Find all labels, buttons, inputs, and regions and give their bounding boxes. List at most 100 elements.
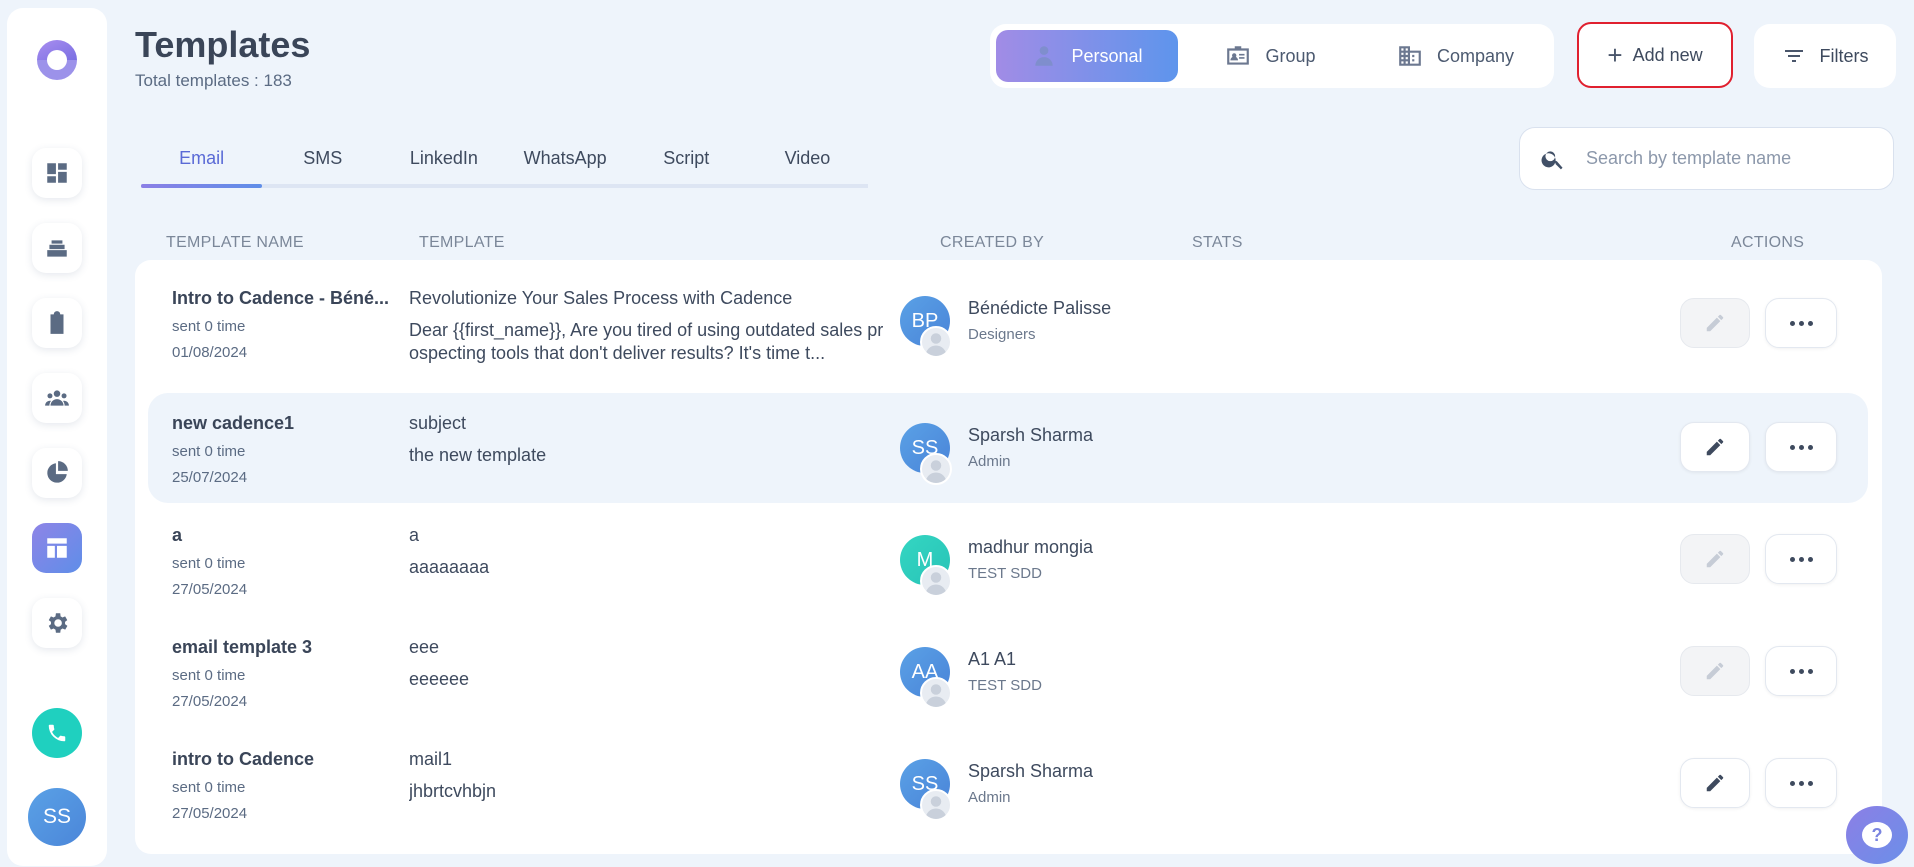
scope-personal-label: Personal — [1071, 45, 1143, 66]
nav-reports[interactable] — [32, 448, 82, 498]
tab-script[interactable]: Script — [626, 140, 747, 184]
template-preview-cell: Revolutionize Your Sales Process with Ca… — [409, 288, 889, 365]
tab-sms[interactable]: SMS — [262, 140, 383, 184]
sent-count: sent 0 time — [172, 667, 246, 684]
table-row[interactable]: intro to Cadence sent 0 time 27/05/2024 … — [148, 729, 1868, 839]
dot — [1807, 444, 1813, 450]
template-date: 27/05/2024 — [172, 805, 248, 822]
dot — [1807, 556, 1813, 562]
scope-company[interactable]: Company — [1363, 30, 1548, 82]
nav-dashboard[interactable] — [32, 148, 82, 198]
column-header-template-name: TEMPLATE NAME — [166, 234, 304, 251]
created-by-cell: M madhur mongia TEST SDD — [900, 535, 1300, 597]
plus-icon: + — [1607, 40, 1623, 70]
template-date: 01/08/2024 — [172, 344, 248, 361]
user-placeholder-icon — [920, 326, 952, 358]
sidebar: SS — [7, 8, 107, 866]
tab-linkedin[interactable]: LinkedIn — [383, 140, 504, 184]
clipboard-icon — [50, 311, 64, 334]
creator-role: Admin — [968, 789, 1011, 806]
dot — [1789, 556, 1795, 562]
pencil-icon — [1706, 662, 1724, 680]
column-header-actions: ACTIONS — [1731, 234, 1805, 251]
filters-button[interactable]: Filters — [1754, 24, 1896, 88]
created-by-cell: SS Sparsh Sharma Admin — [900, 423, 1300, 485]
pencil-icon — [1706, 550, 1724, 568]
tab-video[interactable]: Video — [747, 140, 868, 184]
search-input[interactable] — [1586, 148, 1866, 169]
dot — [1807, 320, 1813, 326]
nav-people[interactable] — [32, 373, 82, 423]
table-row[interactable]: a sent 0 time 27/05/2024 a aaaaaaaa M ma… — [148, 505, 1868, 615]
more-options-button[interactable] — [1765, 298, 1837, 348]
user-avatar[interactable]: SS — [28, 788, 86, 846]
column-header-template: TEMPLATE — [419, 234, 505, 251]
template-icon — [47, 538, 67, 558]
creator-name: madhur mongia — [968, 537, 1094, 557]
template-subject: a — [409, 525, 420, 545]
created-by-cell: BP Bénédicte Palisse Designers — [900, 296, 1300, 358]
sent-count: sent 0 time — [172, 443, 246, 460]
creator-name: Bénédicte Palisse — [968, 298, 1112, 318]
table-row[interactable]: email template 3 sent 0 time 27/05/2024 … — [148, 617, 1868, 727]
template-subject: mail1 — [409, 749, 453, 769]
phone-icon — [48, 724, 66, 742]
total-templates-count: Total templates : 183 — [135, 71, 292, 90]
dot — [1798, 668, 1804, 674]
more-options-button[interactable] — [1765, 758, 1837, 808]
scope-personal[interactable]: Personal — [996, 30, 1178, 82]
template-name-cell: Intro to Cadence - Béné... sent 0 time 0… — [172, 288, 392, 361]
scope-group[interactable]: Group — [1178, 30, 1363, 82]
add-new-button[interactable]: + Add new — [1577, 22, 1733, 88]
dot — [1798, 780, 1804, 786]
template-preview-cell: eee eeeeee — [409, 637, 889, 691]
creator-role: Admin — [968, 453, 1011, 470]
app-logo[interactable] — [33, 36, 81, 84]
table-row[interactable]: new cadence1 sent 0 time 25/07/2024 subj… — [148, 393, 1868, 503]
creator-role: Designers — [968, 326, 1036, 343]
person-icon — [1035, 46, 1054, 66]
sent-count: sent 0 time — [172, 318, 246, 335]
call-button[interactable] — [32, 708, 82, 758]
more-options-button[interactable] — [1765, 534, 1837, 584]
dot — [1798, 556, 1804, 562]
dot — [1789, 444, 1795, 450]
table-row[interactable]: Intro to Cadence - Béné... sent 0 time 0… — [148, 268, 1868, 378]
nav-templates[interactable] — [32, 523, 82, 573]
dot — [1807, 668, 1813, 674]
edit-button[interactable] — [1680, 646, 1750, 696]
creator-name: Sparsh Sharma — [968, 425, 1094, 445]
template-name-cell: intro to Cadence sent 0 time 27/05/2024 — [172, 749, 392, 822]
template-body: jhbrtcvhbjn — [409, 781, 497, 801]
id-card-icon — [1227, 46, 1250, 65]
pencil-icon — [1706, 314, 1724, 332]
edit-button[interactable] — [1680, 758, 1750, 808]
pencil-icon — [1706, 774, 1724, 792]
nav-settings[interactable] — [32, 598, 82, 648]
more-options-button[interactable] — [1765, 646, 1837, 696]
creator-role: TEST SDD — [968, 565, 1042, 582]
template-name: intro to Cadence — [172, 749, 315, 769]
dot — [1798, 320, 1804, 326]
help-button[interactable]: ? — [1846, 806, 1908, 864]
user-placeholder-icon — [920, 677, 952, 709]
template-preview-cell: subject the new template — [409, 413, 889, 467]
tab-email[interactable]: Email — [141, 140, 263, 188]
template-body: aaaaaaaa — [409, 557, 490, 577]
dot — [1789, 780, 1795, 786]
filter-icon — [1784, 50, 1803, 62]
tab-whatsapp[interactable]: WhatsApp — [505, 140, 626, 184]
nav-tasks[interactable] — [32, 298, 82, 348]
scope-company-label: Company — [1436, 45, 1515, 66]
layers-icon — [47, 240, 67, 257]
nav-cadences[interactable] — [32, 223, 82, 273]
template-name: new cadence1 — [172, 413, 295, 433]
edit-button[interactable] — [1680, 422, 1750, 472]
search-icon — [1541, 150, 1563, 169]
more-options-button[interactable] — [1765, 422, 1837, 472]
edit-button[interactable] — [1680, 298, 1750, 348]
pencil-icon — [1706, 438, 1724, 456]
add-new-label: Add new — [1632, 44, 1703, 65]
edit-button[interactable] — [1680, 534, 1750, 584]
template-body: the new template — [409, 445, 547, 465]
